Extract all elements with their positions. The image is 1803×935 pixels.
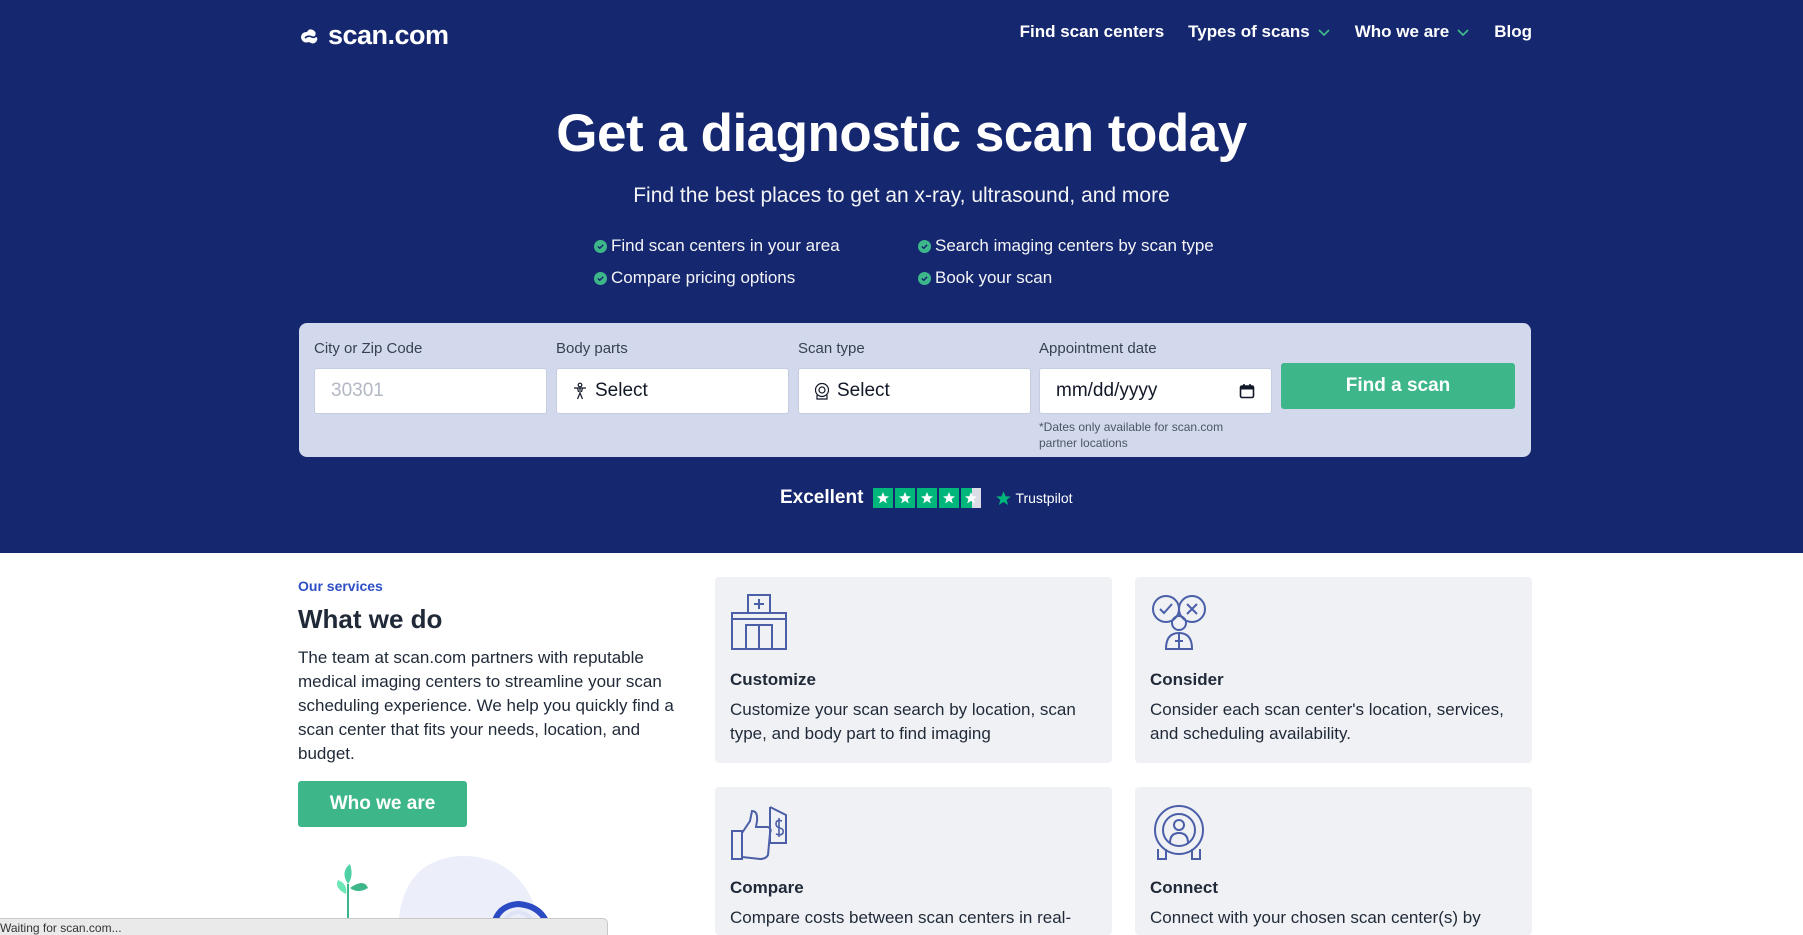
- card-text: Consider each scan center's location, se…: [1150, 700, 1504, 743]
- star-icon: [873, 488, 894, 508]
- trustpilot-star-icon: [996, 490, 1012, 505]
- body-parts-value: Select: [595, 380, 648, 401]
- service-card-connect: Connect Connect with your chosen scan ce…: [1135, 787, 1532, 935]
- star-icon: [939, 488, 960, 508]
- services-eyebrow: Our services: [298, 578, 383, 594]
- nav-link-label: Types of scans: [1188, 22, 1310, 41]
- nav-link-label: Find scan centers: [1019, 22, 1165, 41]
- city-label: City or Zip Code: [314, 340, 423, 357]
- city-field: City or Zip Code 30301: [314, 340, 547, 414]
- hospital-icon: [731, 594, 787, 650]
- calendar-icon[interactable]: [1239, 383, 1255, 399]
- hero-title: Get a diagnostic scan today: [556, 104, 1247, 163]
- card-text: Customize your scan search by location, …: [730, 700, 1076, 743]
- services-body: The team at scan.com partners with reput…: [298, 648, 674, 763]
- main-nav: Find scan centers Types of scans Who we …: [1020, 22, 1532, 42]
- scan-type-select[interactable]: Select: [798, 368, 1031, 414]
- find-scan-button[interactable]: Find a scan: [1281, 363, 1515, 409]
- feature-item: Search imaging centers by scan type: [918, 236, 1242, 256]
- feature-item: Book your scan: [918, 268, 1242, 288]
- consider-doctor-icon: [1152, 595, 1206, 650]
- compare-price-icon: [731, 806, 787, 861]
- nav-who-we-are[interactable]: Who we are: [1355, 22, 1470, 42]
- body-parts-field: Body parts Select: [556, 340, 789, 414]
- nav-link-label: Blog: [1494, 22, 1532, 41]
- scan-type-value: Select: [837, 380, 890, 401]
- services-title: What we do: [298, 604, 443, 634]
- card-text: Compare costs between scan centers in re…: [730, 908, 1072, 927]
- service-card-customize: Customize Customize your scan search by …: [715, 577, 1112, 763]
- scan-type-label: Scan type: [798, 340, 865, 357]
- check-circle-icon: [594, 271, 607, 285]
- half-star-icon: [961, 488, 982, 508]
- hero-section: scan.com Find scan centers Types of scan…: [0, 0, 1803, 553]
- body-parts-label: Body parts: [556, 340, 628, 357]
- feature-list: Find scan centers in your area Search im…: [594, 236, 1244, 288]
- city-placeholder: 30301: [331, 380, 384, 401]
- trustpilot-rating-label: Excellent: [780, 487, 864, 508]
- service-card-compare: Compare Compare costs between scan cente…: [715, 787, 1112, 935]
- city-input[interactable]: 30301: [314, 368, 547, 414]
- body-parts-select[interactable]: Select: [556, 368, 789, 414]
- feature-text: Book your scan: [935, 268, 1053, 287]
- site-logo[interactable]: scan.com: [298, 20, 449, 51]
- trustpilot-widget[interactable]: Excellent Trustpilot: [780, 487, 1073, 509]
- service-card-consider: Consider Consider each scan center's loc…: [1135, 577, 1532, 763]
- nav-types-of-scans[interactable]: Types of scans: [1188, 22, 1331, 42]
- date-label: Appointment date: [1039, 340, 1157, 357]
- chevron-down-icon: [1457, 29, 1469, 37]
- who-we-are-button[interactable]: Who we are: [298, 781, 467, 827]
- nav-link-label: Who we are: [1354, 22, 1450, 41]
- logo-text: scan.com: [328, 20, 449, 50]
- trustpilot-stars: [873, 488, 982, 508]
- feature-text: Compare pricing options: [611, 268, 796, 287]
- date-note: *Dates only available for scan.com partn…: [1039, 420, 1224, 450]
- chevron-down-icon: [1318, 29, 1330, 37]
- trustpilot-logo: Trustpilot: [995, 490, 1073, 507]
- check-circle-icon: [918, 271, 931, 285]
- scan-search-form: City or Zip Code 30301 Body parts Select…: [299, 323, 1531, 457]
- card-title: Consider: [1150, 670, 1224, 689]
- services-intro: Our services What we do The team at scan…: [298, 578, 688, 766]
- nav-find-scan-centers[interactable]: Find scan centers: [1020, 22, 1165, 42]
- feature-text: Search imaging centers by scan type: [935, 236, 1214, 255]
- star-icon: [895, 488, 916, 508]
- check-circle-icon: [594, 239, 607, 253]
- scan-type-field: Scan type Select: [798, 340, 1031, 414]
- date-input[interactable]: mm/dd/yyyy: [1039, 368, 1272, 414]
- nav-blog[interactable]: Blog: [1494, 22, 1532, 42]
- browser-status-bar: Waiting for scan.com...: [0, 918, 608, 935]
- card-title: Customize: [730, 670, 816, 689]
- hero-subtitle: Find the best places to get an x-ray, ul…: [633, 184, 1170, 207]
- trustpilot-brand: Trustpilot: [1015, 490, 1073, 506]
- check-circle-icon: [918, 239, 931, 253]
- feature-item: Find scan centers in your area: [594, 236, 918, 256]
- card-title: Connect: [1150, 878, 1218, 897]
- card-text: Connect with your chosen scan center(s) …: [1150, 908, 1481, 927]
- logo-icon: [301, 28, 318, 43]
- scanner-machine-icon: [1154, 805, 1204, 860]
- date-value: mm/dd/yyyy: [1056, 380, 1158, 401]
- card-title: Compare: [730, 878, 804, 897]
- feature-text: Find scan centers in your area: [611, 236, 840, 255]
- star-icon: [917, 488, 938, 508]
- scanner-icon: [814, 382, 830, 400]
- body-person-icon: [574, 382, 586, 400]
- date-field: Appointment date mm/dd/yyyy *Dates only …: [1039, 340, 1272, 451]
- feature-item: Compare pricing options: [594, 268, 918, 288]
